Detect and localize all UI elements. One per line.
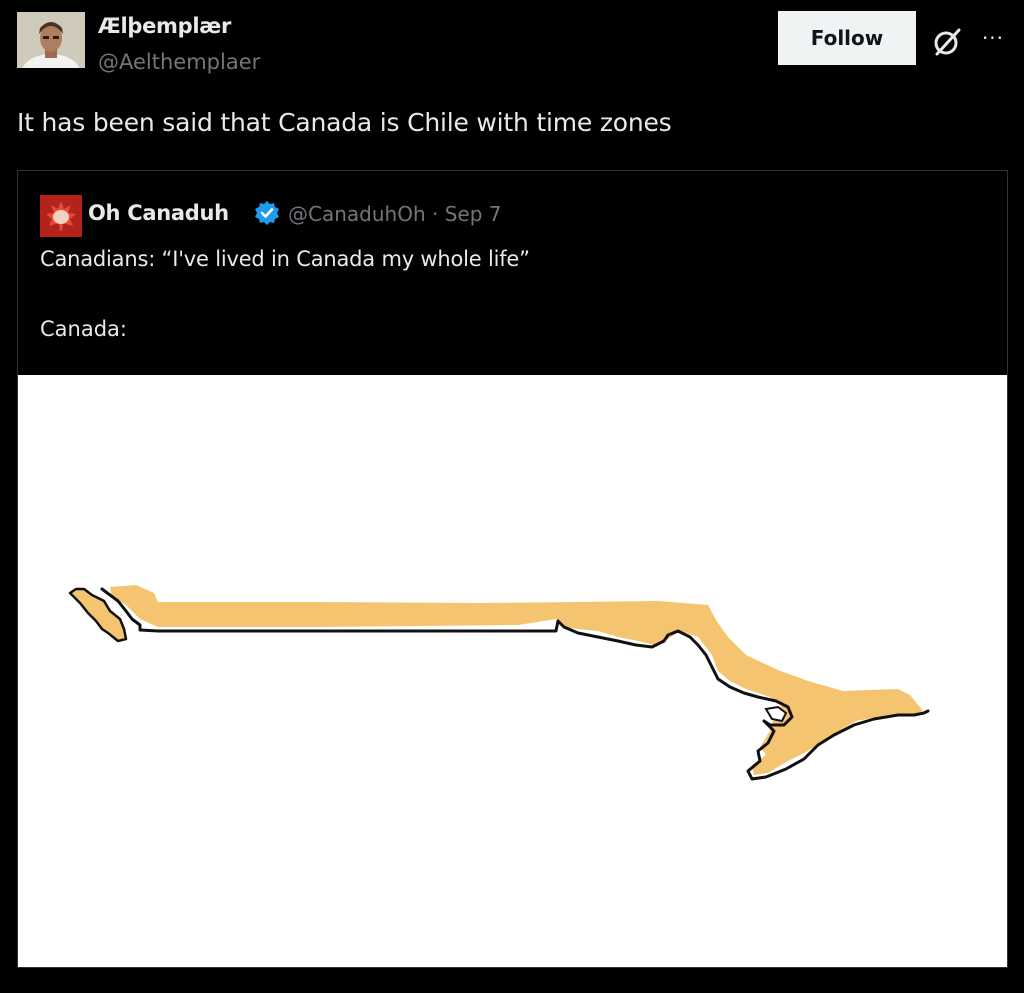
stretched-canada-map: [18, 375, 1007, 967]
more-options-icon[interactable]: ···: [976, 20, 1010, 56]
grok-icon[interactable]: [929, 24, 965, 60]
quoted-text-line-2: Canada:: [40, 317, 127, 341]
author-handle[interactable]: @Aelthemplaer: [98, 50, 260, 74]
quoted-author-display-name[interactable]: Oh Canaduh: [88, 201, 229, 225]
quoted-author-handle-date[interactable]: @CanaduhOh · Sep 7: [288, 202, 501, 226]
post-text: It has been said that Canada is Chile wi…: [17, 108, 672, 137]
quoted-text-line-1: Canadians: “I've lived in Canada my whol…: [40, 247, 530, 271]
quoted-media-image[interactable]: [18, 375, 1007, 967]
quoted-post[interactable]: Oh Canaduh @CanaduhOh · Sep 7 Canadians:…: [17, 170, 1008, 968]
follow-button[interactable]: Follow: [778, 11, 916, 65]
author-avatar[interactable]: [17, 12, 85, 68]
author-display-name[interactable]: Ælþemplær: [98, 14, 231, 38]
verified-badge-icon: [254, 200, 280, 226]
post: Ælþemplær @Aelthemplaer Follow ··· It ha…: [0, 0, 1024, 993]
quoted-author-avatar[interactable]: [40, 195, 82, 237]
